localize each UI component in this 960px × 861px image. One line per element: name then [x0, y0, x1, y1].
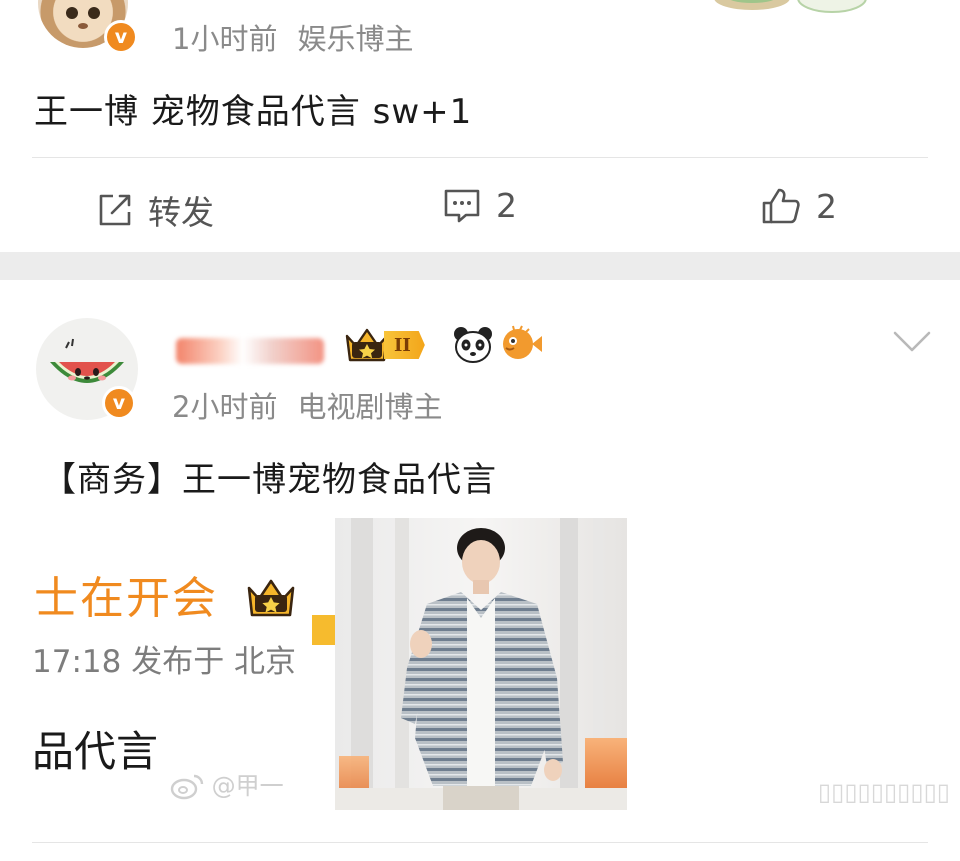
verified-badge: v [102, 386, 136, 420]
screenshot-username: 士在开会 2 [34, 562, 335, 645]
level-badge-fragment: 2 [312, 615, 335, 645]
repost-icon [99, 194, 131, 226]
post-text: 王一博 宠物食品代言 sw+1 [34, 92, 473, 132]
divider [32, 157, 928, 158]
post-meta: 1小时前 娱乐博主 [172, 16, 413, 58]
author-role: 娱乐博主 [297, 22, 414, 56]
weibo-logo-icon [170, 774, 204, 800]
like-button[interactable]: 2 [760, 186, 837, 226]
post-photo[interactable] [335, 518, 627, 810]
member-crown-badge: II [344, 326, 425, 364]
comment-count: 2 [496, 186, 517, 225]
comment-button[interactable]: 2 [442, 186, 517, 225]
embedded-screenshot[interactable]: 士在开会 2 17:18 发布于 北京 品代言 @甲一 [0, 518, 335, 818]
post-text: 【商务】王一博宠物食品代言 [42, 460, 497, 500]
thumbs-up-icon [762, 188, 800, 224]
post-time: 1小时前 [172, 22, 278, 56]
screenshot-watermark: @甲一 [170, 766, 284, 801]
screenshot-timestamp: 17:18 发布于 北京 [32, 644, 297, 680]
person-in-plaid-shirt-photo [335, 518, 627, 810]
divider [32, 842, 928, 843]
post-card[interactable]: v 1小时前 娱乐博主 王一博 宠物食品代言 sw+1 转发 2 2 [0, 0, 960, 252]
verified-badge: v [104, 20, 138, 54]
section-separator [0, 252, 960, 280]
post-meta: 2小时前 电视剧博主 [172, 384, 442, 426]
like-count: 2 [816, 186, 837, 226]
repost-label: 转发 [148, 193, 214, 232]
post-card[interactable]: v II 2小时前 电视剧博主 【商务】王一博宠物食品代言 士在开会 17:18… [0, 280, 960, 861]
panda-icon [454, 327, 492, 363]
screenshot-text: 品代言 [32, 727, 159, 776]
post-media: 士在开会 2 17:18 发布于 北京 品代言 @甲一 [0, 518, 960, 818]
pufferfish-icon [503, 325, 542, 359]
image-watermark: ▯▯▯▯▯▯▯▯▯▯ [817, 778, 950, 806]
crown-icon [345, 328, 389, 362]
author-role: 电视剧博主 [297, 390, 443, 424]
repost-button[interactable]: 转发 [96, 186, 214, 234]
username-redacted[interactable] [176, 338, 324, 364]
post-time: 2小时前 [172, 390, 278, 424]
sticker-decoration [714, 0, 867, 13]
crown-icon [247, 579, 295, 617]
comment-icon [444, 189, 480, 222]
level-badge: II [384, 331, 425, 359]
chevron-down-icon[interactable] [892, 330, 932, 354]
